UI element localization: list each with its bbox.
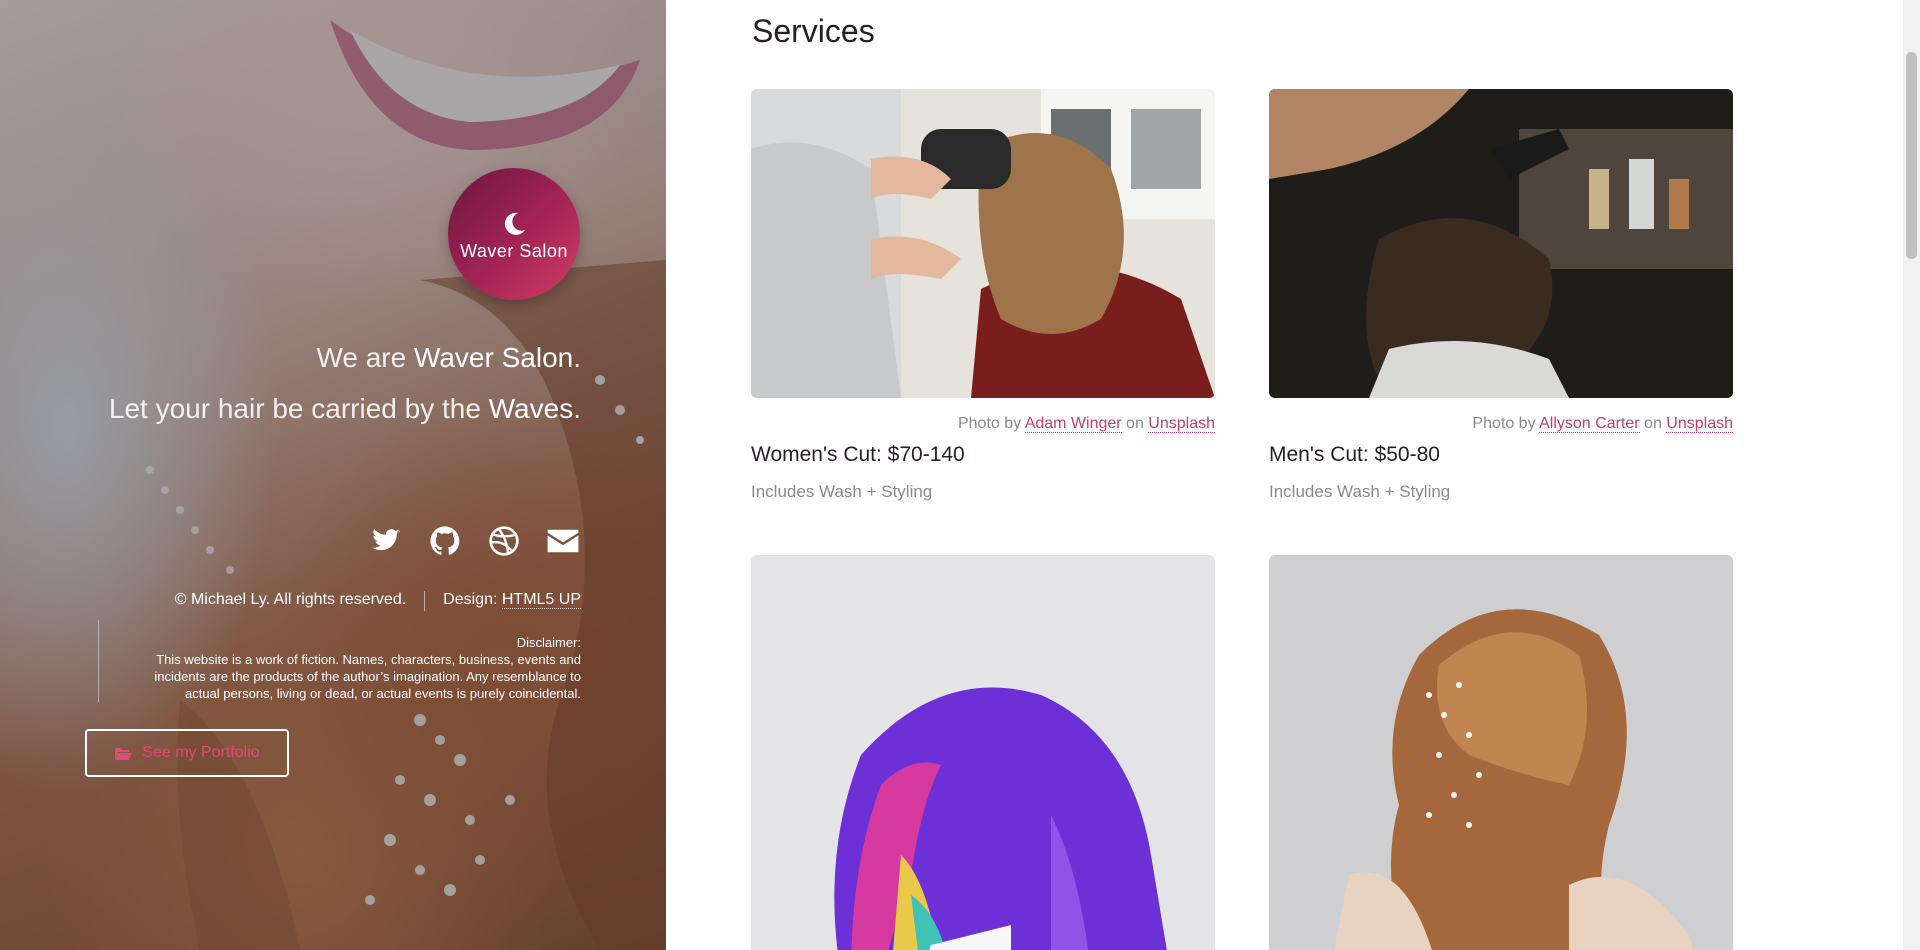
disclaimer-body: This website is a work of fiction. Names… — [154, 652, 581, 701]
service-title: Men's Cut: $50-80 — [1269, 443, 1440, 466]
tagline-line-1: We are Waver Salon. — [316, 342, 581, 373]
photographer-link[interactable]: Allyson Carter — [1539, 415, 1640, 433]
tagline-line-2: Let your hair be carried by the Waves. — [108, 393, 581, 424]
service-card-womens-cut: Photo by Adam Winger on Unsplash Women's… — [751, 89, 1215, 502]
disclaimer-block: Disclaimer: This website is a work of fi… — [98, 620, 581, 702]
photo-credit: Photo by Adam Winger on Unsplash — [957, 415, 1215, 433]
social-links — [367, 524, 582, 558]
envelope-icon[interactable] — [544, 524, 582, 558]
divider — [424, 591, 426, 611]
see-portfolio-button[interactable]: See my Portfolio — [85, 729, 289, 777]
crescent-moon-icon — [504, 212, 525, 235]
section-title: Services — [752, 13, 875, 49]
service-description: Includes Wash + Styling — [751, 482, 933, 501]
copyright-text: © Michael Ly. All rights reserved. — [174, 591, 407, 608]
service-card-mens-cut: Photo by Allyson Carter on Unsplash Men'… — [1269, 89, 1733, 502]
photographer-link[interactable]: Adam Winger — [1024, 415, 1122, 433]
folder-open-icon — [115, 747, 133, 760]
services-main: Services Photo by Adam Winger on Unsplas… — [666, 0, 1903, 950]
hero-panel: Waver Salon We are Waver Salon. Let your… — [0, 0, 666, 950]
html5up-link[interactable]: HTML5 UP — [501, 591, 581, 609]
twitter-icon[interactable] — [367, 524, 405, 558]
copyright-line: © Michael Ly. All rights reserved. Desig… — [175, 591, 581, 611]
bridal-style-photo — [1269, 555, 1733, 950]
unsplash-link[interactable]: Unsplash — [1148, 415, 1215, 433]
portfolio-button-label: See my Portfolio — [142, 744, 260, 761]
service-description: Includes Wash + Styling — [1269, 482, 1451, 501]
service-title: Women's Cut: $70-140 — [751, 443, 965, 466]
page-scrollbar[interactable] — [1903, 0, 1920, 950]
service-card-styling — [1269, 555, 1733, 950]
photo-credit: Photo by Allyson Carter on Unsplash — [1472, 415, 1733, 433]
womens-cut-photo — [751, 89, 1215, 398]
scrollbar-thumb[interactable] — [1906, 52, 1917, 259]
logo-text: Waver Salon — [460, 241, 568, 261]
unsplash-link[interactable]: Unsplash — [1666, 415, 1733, 433]
design-credit: Design: HTML5 UP — [443, 591, 581, 609]
color-hair-photo — [751, 555, 1215, 950]
dribbble-icon[interactable] — [485, 524, 523, 558]
github-icon[interactable] — [426, 524, 464, 558]
disclaimer-title: Disclaimer: — [516, 635, 581, 650]
tagline-highlight-salon: Waver Salon — [413, 342, 574, 373]
salon-logo[interactable]: Waver Salon — [448, 168, 580, 300]
service-card-color — [751, 555, 1215, 950]
mens-cut-photo — [1269, 89, 1733, 398]
tagline-highlight-waves: Waves — [488, 393, 574, 424]
